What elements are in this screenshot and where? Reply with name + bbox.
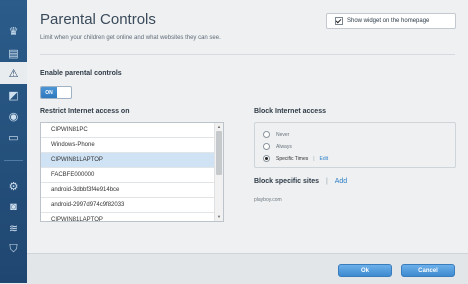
radio-always-label: Always — [276, 143, 292, 150]
main-panel: Parental Controls Limit when your childr… — [27, 0, 468, 284]
header-divider — [40, 54, 455, 55]
device-list-item[interactable]: CIPWIN81PC — [41, 123, 223, 138]
device-list-item[interactable]: CIPWIN81LAPTOP — [41, 213, 223, 221]
wifi-icon[interactable]: ≋ — [0, 217, 27, 239]
device-list-scrollbar[interactable]: ▲ ▼ — [214, 123, 223, 221]
sidebar: ♛ ▤ ⚠ ◩ ◉ ▭ ⚙ ◙ ≋ ⛉ — [0, 0, 27, 283]
footer-bar: Ok Cancel — [27, 253, 468, 284]
radio-always[interactable]: Always — [263, 143, 292, 150]
block-sites-heading: Block specific sites | Add — [254, 178, 347, 185]
ok-button[interactable]: Ok — [338, 264, 392, 277]
separator: | — [325, 178, 328, 185]
radio-never-control[interactable] — [263, 131, 270, 138]
radio-always-control[interactable] — [263, 143, 270, 150]
enable-parental-heading: Enable parental controls — [40, 70, 122, 77]
restrict-heading: Restrict Internet access on — [40, 108, 130, 115]
separator: | — [313, 155, 315, 162]
warning-icon[interactable]: ⚠ — [0, 62, 27, 84]
device-list[interactable]: CIPWIN81PC Windows-Phone CIPWIN81LAPTOP … — [40, 122, 224, 222]
device-list-item[interactable]: Windows-Phone — [41, 138, 223, 153]
radio-specific-times-control[interactable] — [263, 155, 270, 162]
device-list-item[interactable]: android-3dbbf3f4e914bce — [41, 183, 223, 198]
blocked-site-item: playboy.com — [254, 197, 282, 203]
radio-never[interactable]: Never — [263, 131, 289, 138]
show-widget-label: Show widget on the homepage — [347, 18, 430, 24]
apps-icon[interactable]: ◩ — [0, 84, 27, 106]
page-title: Parental Controls — [40, 11, 156, 28]
media-icon[interactable]: ◉ — [0, 105, 27, 127]
show-widget-toggle[interactable]: Show widget on the homepage — [326, 13, 456, 29]
page-subtitle: Limit when your children get online and … — [40, 35, 221, 41]
device-list-item[interactable]: android-2997d974c9f82033 — [41, 198, 223, 213]
crown-icon[interactable]: ♛ — [0, 20, 27, 42]
radio-specific-times[interactable]: Specific Times | Edit — [263, 155, 328, 162]
camera-icon[interactable]: ◙ — [0, 196, 27, 218]
show-widget-checkbox[interactable] — [335, 17, 343, 25]
parental-toggle[interactable]: ON — [40, 86, 72, 99]
scroll-up-icon[interactable]: ▲ — [216, 124, 222, 130]
router-icon[interactable]: ⚙ — [0, 175, 27, 197]
device-list-item[interactable]: FACBFE000000 — [41, 168, 223, 183]
speed-icon[interactable]: ▭ — [0, 126, 27, 148]
radio-specific-times-label: Specific Times — [276, 155, 309, 162]
add-site-link[interactable]: Add — [335, 178, 347, 185]
device-list-item-selected[interactable]: CIPWIN81LAPTOP — [41, 153, 223, 168]
block-internet-heading: Block Internet access — [254, 108, 326, 115]
block-sites-title: Block specific sites — [254, 178, 319, 185]
scroll-thumb[interactable] — [216, 131, 222, 175]
security-shield-icon[interactable]: ⛉ — [0, 238, 27, 260]
scroll-down-icon[interactable]: ▼ — [216, 214, 222, 220]
block-internet-options: Never Always Specific Times | Edit — [254, 122, 456, 168]
edit-times-link[interactable]: Edit — [320, 156, 329, 162]
radio-never-label: Never — [276, 131, 290, 138]
device-list-icon[interactable]: ▤ — [0, 42, 27, 64]
cancel-button[interactable]: Cancel — [401, 264, 455, 277]
sidebar-divider — [4, 160, 23, 161]
toggle-on-label: ON — [41, 87, 57, 98]
